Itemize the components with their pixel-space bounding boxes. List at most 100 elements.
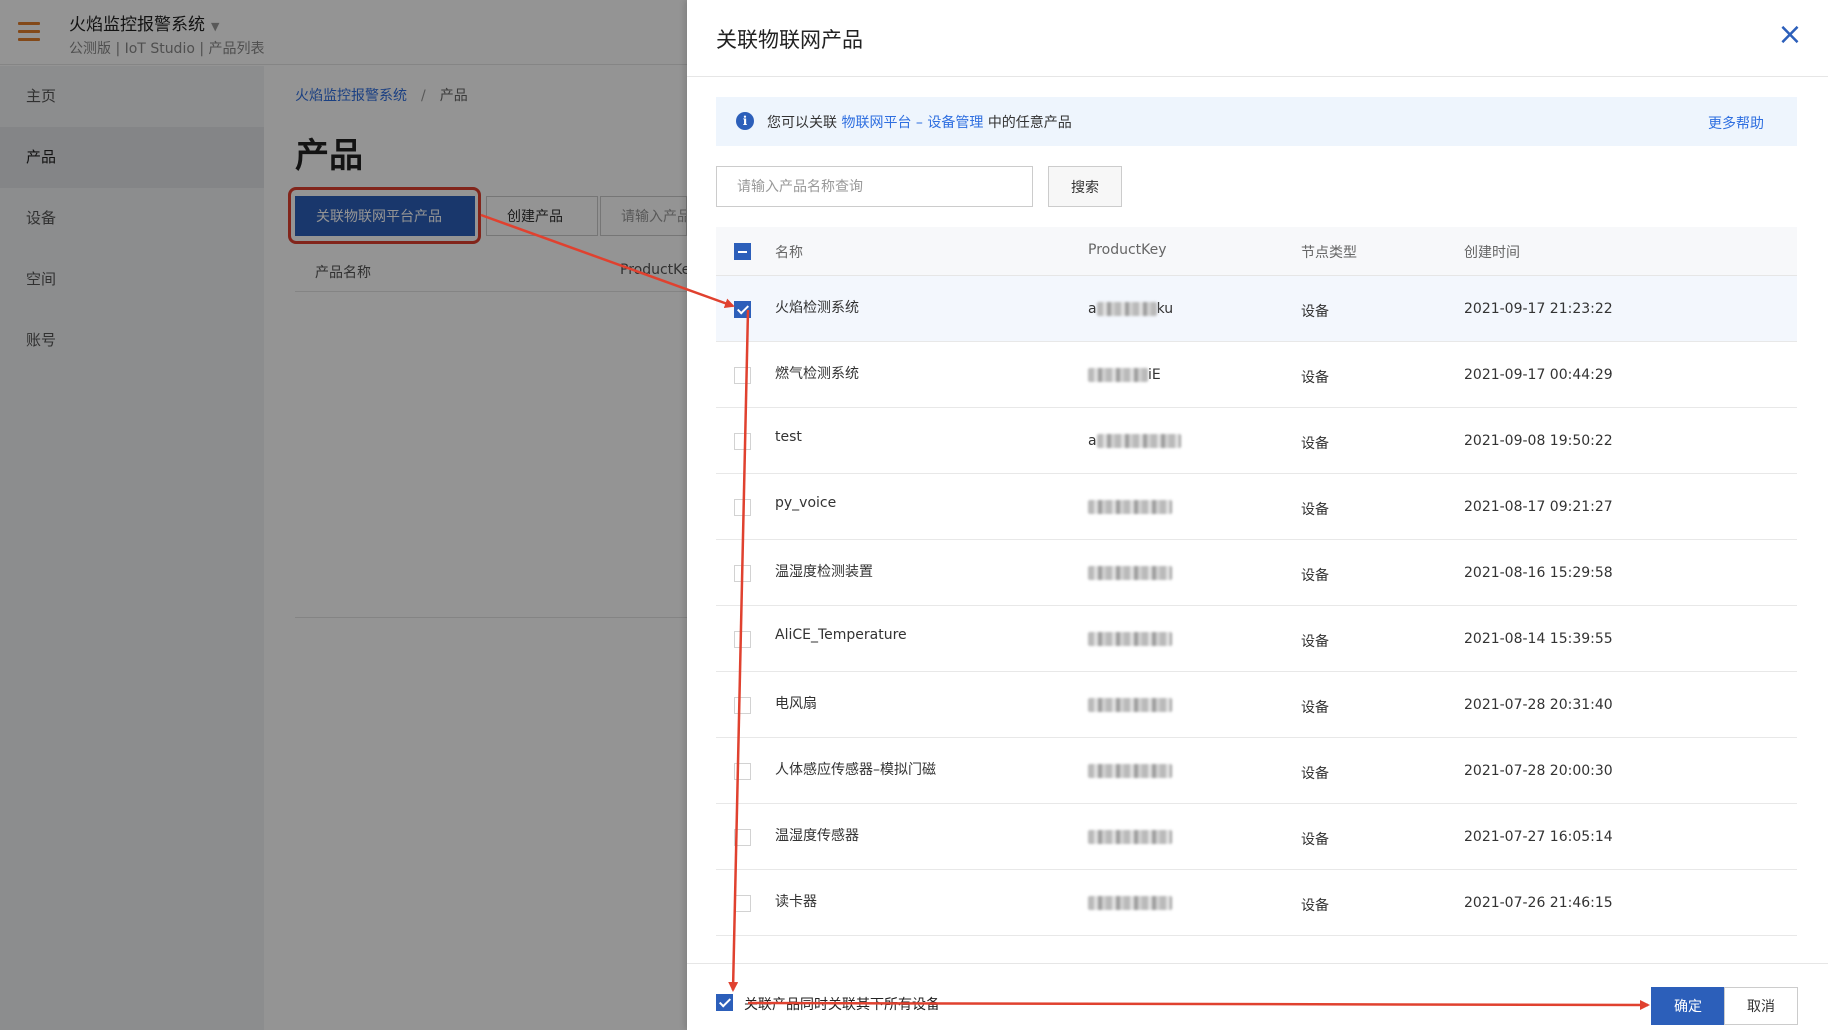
product-name: 电风扇 [775, 696, 817, 712]
close-icon[interactable]: × [1776, 20, 1804, 50]
link-devices-checkbox[interactable] [716, 994, 733, 1011]
product-name: py_voice [775, 495, 837, 511]
search-input[interactable] [716, 166, 1033, 207]
product-key: iE [1088, 367, 1161, 383]
node-type: 设备 [1301, 766, 1329, 782]
info-icon: i [736, 112, 754, 130]
col-header-created-time: 创建时间 [1464, 245, 1520, 261]
product-name: test [775, 429, 802, 445]
node-type: 设备 [1301, 700, 1329, 716]
node-type: 设备 [1301, 370, 1329, 386]
product-key [1088, 697, 1172, 713]
redacted-key-mask [1088, 896, 1172, 910]
product-key [1088, 829, 1172, 845]
product-key-prefix: a [1088, 433, 1097, 449]
link-devices-label[interactable]: 关联产品同时关联其下所有设备 [744, 994, 940, 1014]
redacted-key-mask [1088, 368, 1148, 382]
link-product-drawer: 关联物联网产品 × i 您可以关联 物联网平台 – 设备管理 中的任意产品 更多… [687, 0, 1828, 1030]
node-type: 设备 [1301, 634, 1329, 650]
node-type: 设备 [1301, 436, 1329, 452]
row-checkbox[interactable] [734, 565, 751, 582]
node-type: 设备 [1301, 502, 1329, 518]
confirm-button[interactable]: 确定 [1651, 987, 1725, 1025]
product-key [1088, 895, 1172, 911]
info-prefix: 您可以关联 [767, 115, 837, 131]
table-body: 火焰检测系统 a ku 设备 2021-09-17 21:23:22 燃气检测系统 iE 设备… [716, 276, 1797, 936]
created-time: 2021-09-17 21:23:22 [1464, 301, 1613, 317]
row-checkbox[interactable] [734, 367, 751, 384]
redacted-key-mask [1096, 302, 1157, 316]
info-link[interactable]: 物联网平台 – 设备管理 [841, 115, 983, 131]
row-checkbox[interactable] [734, 301, 751, 318]
created-time: 2021-08-17 09:21:27 [1464, 499, 1613, 515]
select-all-checkbox[interactable] [734, 243, 751, 260]
redacted-key-mask [1088, 632, 1172, 646]
table-row[interactable]: AliCE_Temperature 设备 2021-08-14 15:39:55 [716, 606, 1797, 672]
product-key [1088, 499, 1172, 515]
drawer-header: 关联物联网产品 × [687, 0, 1828, 77]
product-key-suffix: iE [1148, 367, 1161, 383]
col-header-node-type: 节点类型 [1301, 245, 1357, 261]
created-time: 2021-07-28 20:00:30 [1464, 763, 1613, 779]
table-row[interactable]: 火焰检测系统 a ku 设备 2021-09-17 21:23:22 [716, 276, 1797, 342]
info-suffix: 中的任意产品 [987, 115, 1072, 131]
more-help-link[interactable]: 更多帮助 [1708, 113, 1764, 133]
table-header: 名称 ProductKey 节点类型 创建时间 [716, 227, 1797, 276]
col-header-productkey: ProductKey [1088, 242, 1167, 258]
created-time: 2021-07-26 21:46:15 [1464, 895, 1613, 911]
redacted-key-mask [1088, 830, 1172, 844]
product-name: 燃气检测系统 [775, 366, 859, 382]
info-bar: i 您可以关联 物联网平台 – 设备管理 中的任意产品 更多帮助 [716, 97, 1797, 146]
redacted-key-mask [1096, 434, 1181, 448]
redacted-key-mask [1088, 500, 1172, 514]
created-time: 2021-07-27 16:05:14 [1464, 829, 1613, 845]
node-type: 设备 [1301, 832, 1329, 848]
row-checkbox[interactable] [734, 895, 751, 912]
info-text: 您可以关联 物联网平台 – 设备管理 中的任意产品 [767, 112, 1072, 132]
drawer-title: 关联物联网产品 [716, 28, 863, 52]
table-row[interactable]: 人体感应传感器–模拟门磁 设备 2021-07-28 20:00:30 [716, 738, 1797, 804]
product-key [1088, 631, 1172, 647]
table-row[interactable]: 燃气检测系统 iE 设备 2021-09-17 00:44:29 [716, 342, 1797, 408]
created-time: 2021-08-14 15:39:55 [1464, 631, 1613, 647]
node-type: 设备 [1301, 568, 1329, 584]
row-checkbox[interactable] [734, 499, 751, 516]
product-name: 读卡器 [775, 894, 817, 910]
product-name: 温湿度检测装置 [775, 564, 873, 580]
created-time: 2021-09-17 00:44:29 [1464, 367, 1613, 383]
table-row[interactable]: 温湿度传感器 设备 2021-07-27 16:05:14 [716, 804, 1797, 870]
cancel-button[interactable]: 取消 [1724, 987, 1798, 1025]
row-checkbox[interactable] [734, 829, 751, 846]
redacted-key-mask [1088, 698, 1172, 712]
row-checkbox[interactable] [734, 631, 751, 648]
drawer-footer: 关联产品同时关联其下所有设备 确定 取消 [687, 963, 1828, 1030]
created-time: 2021-09-08 19:50:22 [1464, 433, 1613, 449]
product-key [1088, 763, 1172, 779]
product-name: AliCE_Temperature [775, 627, 907, 643]
product-key-prefix: a [1088, 301, 1097, 317]
node-type: 设备 [1301, 304, 1329, 320]
redacted-key-mask [1088, 764, 1172, 778]
created-time: 2021-07-28 20:31:40 [1464, 697, 1613, 713]
node-type: 设备 [1301, 898, 1329, 914]
product-key [1088, 565, 1172, 581]
col-header-name: 名称 [775, 245, 803, 261]
row-checkbox[interactable] [734, 697, 751, 714]
product-name: 温湿度传感器 [775, 828, 859, 844]
redacted-key-mask [1088, 566, 1172, 580]
created-time: 2021-08-16 15:29:58 [1464, 565, 1613, 581]
product-key: a ku [1088, 301, 1173, 317]
product-name: 人体感应传感器–模拟门磁 [775, 762, 936, 778]
table-row[interactable]: 温湿度检测装置 设备 2021-08-16 15:29:58 [716, 540, 1797, 606]
product-name: 火焰检测系统 [775, 300, 859, 316]
product-key: a [1088, 433, 1181, 449]
modal-mask[interactable] [0, 0, 687, 1030]
table-row[interactable]: 读卡器 设备 2021-07-26 21:46:15 [716, 870, 1797, 936]
table-row[interactable]: py_voice 设备 2021-08-17 09:21:27 [716, 474, 1797, 540]
row-checkbox[interactable] [734, 433, 751, 450]
row-checkbox[interactable] [734, 763, 751, 780]
search-button[interactable]: 搜索 [1048, 166, 1122, 207]
table-row[interactable]: test a 设备 2021-09-08 19:50:22 [716, 408, 1797, 474]
product-table: 名称 ProductKey 节点类型 创建时间 火焰检测系统 a ku 设备 2021-… [716, 227, 1797, 936]
table-row[interactable]: 电风扇 设备 2021-07-28 20:31:40 [716, 672, 1797, 738]
